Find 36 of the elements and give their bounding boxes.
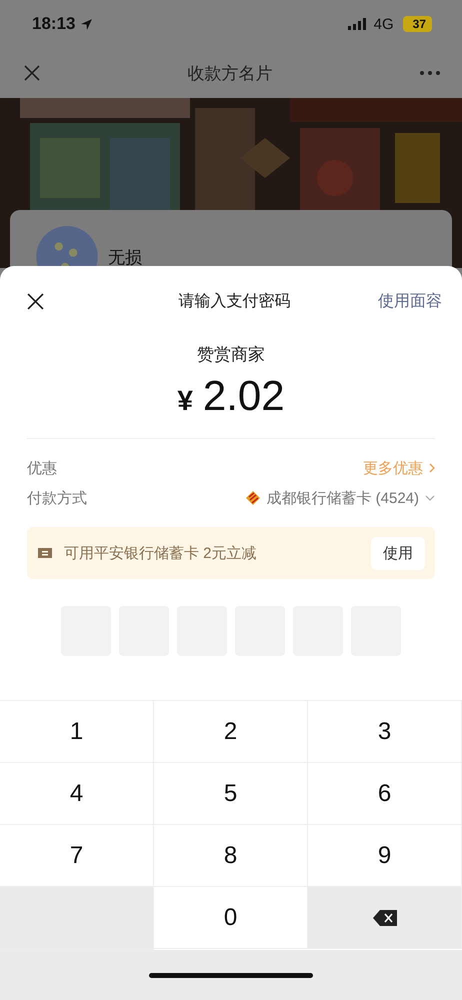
payment-method-selector[interactable]: 成都银行储蓄卡 (4524) bbox=[246, 488, 435, 508]
coupon-icon bbox=[38, 548, 52, 558]
keypad-key[interactable]: 1 bbox=[0, 701, 154, 763]
keypad-key[interactable]: 3 bbox=[308, 701, 462, 763]
chevron-right-icon bbox=[429, 463, 435, 473]
promo-text: 可用平安银行储蓄卡 2元立减 bbox=[64, 544, 258, 562]
use-promo-button[interactable]: 使用 bbox=[371, 536, 425, 570]
payment-amount: 2.02 bbox=[202, 372, 285, 420]
keypad-key[interactable]: 0 bbox=[154, 887, 308, 949]
status-time: 18:13 bbox=[32, 14, 76, 34]
row-label: 付款方式 bbox=[27, 488, 87, 508]
sheet-title: 请输入支付密码 bbox=[178, 292, 290, 312]
currency-symbol: ¥ bbox=[177, 385, 193, 417]
row-label: 优惠 bbox=[27, 458, 57, 478]
avatar-icon bbox=[36, 226, 98, 266]
bank-logo-icon bbox=[246, 491, 260, 505]
keypad-key[interactable]: 2 bbox=[154, 701, 308, 763]
backspace-icon bbox=[372, 908, 398, 926]
keypad-key[interactable]: 6 bbox=[308, 763, 462, 825]
page-title: 收款方名片 bbox=[188, 62, 272, 84]
chevron-down-icon bbox=[425, 495, 435, 501]
signal-icon bbox=[348, 18, 366, 30]
face-id-link[interactable]: 使用面容 bbox=[378, 290, 442, 312]
more-icon[interactable] bbox=[420, 71, 440, 75]
network-type: 4G bbox=[374, 16, 394, 32]
keypad-key[interactable]: 5 bbox=[154, 763, 308, 825]
keypad-key[interactable]: 8 bbox=[154, 825, 308, 887]
keypad-key[interactable]: 4 bbox=[0, 763, 154, 825]
profile-name: 无损 bbox=[108, 247, 142, 269]
merchant-name: 赞赏商家 bbox=[196, 344, 266, 366]
keypad-key[interactable]: 7 bbox=[0, 825, 154, 887]
close-icon[interactable] bbox=[27, 292, 44, 310]
backspace-key[interactable] bbox=[308, 887, 462, 949]
battery-level: 37 bbox=[402, 16, 432, 32]
keypad-key[interactable]: 9 bbox=[308, 825, 462, 887]
location-arrow-icon bbox=[80, 18, 94, 30]
